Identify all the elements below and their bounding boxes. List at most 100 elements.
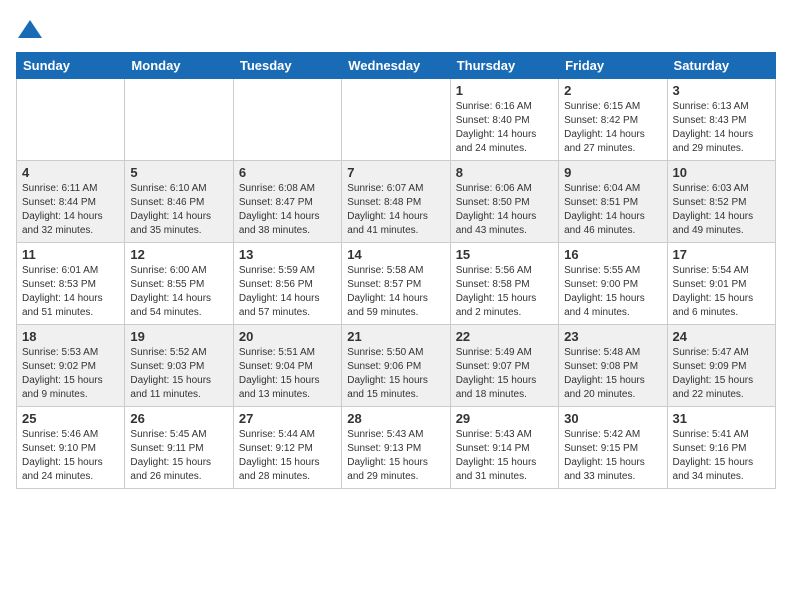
day-cell: 13 Sunrise: 5:59 AM Sunset: 8:56 PM Dayli… bbox=[233, 243, 341, 325]
header-sunday: Sunday bbox=[17, 53, 125, 79]
day-cell: 4Sunrise: 6:11 AM Sunset: 8:44 PM Daylig… bbox=[17, 161, 125, 243]
day-info: Sunrise: 5:59 AM Sunset: 8:56 PM Dayligh… bbox=[239, 264, 336, 320]
header-saturday: Saturday bbox=[667, 53, 775, 79]
day-cell: 9Sunrise: 6:04 AM Sunset: 8:51 PM Daylig… bbox=[559, 161, 667, 243]
day-number: 5 bbox=[130, 165, 227, 180]
day-cell: 6 Sunrise: 6:08 AM Sunset: 8:47 PM Daylig… bbox=[233, 161, 341, 243]
day-info: Sunrise: 6:07 AM Sunset: 8:48 PM Dayligh… bbox=[347, 182, 444, 238]
day-number: 6 bbox=[239, 165, 336, 180]
day-number: 26 bbox=[130, 411, 227, 426]
day-info: Sunrise: 6:13 AM Sunset: 8:43 PM Dayligh… bbox=[673, 100, 770, 156]
day-info: Sunrise: 6:10 AM Sunset: 8:46 PM Dayligh… bbox=[130, 182, 227, 238]
day-info: Sunrise: 5:43 AM Sunset: 9:14 PM Dayligh… bbox=[456, 428, 553, 484]
day-number: 21 bbox=[347, 329, 444, 344]
day-number: 13 bbox=[239, 247, 336, 262]
day-number: 23 bbox=[564, 329, 661, 344]
day-cell: 5 Sunrise: 6:10 AM Sunset: 8:46 PM Daylig… bbox=[125, 161, 233, 243]
logo-icon bbox=[16, 16, 44, 44]
day-info: Sunrise: 6:16 AM Sunset: 8:40 PM Dayligh… bbox=[456, 100, 553, 156]
week-row-4: 18Sunrise: 5:53 AM Sunset: 9:02 PM Dayli… bbox=[17, 325, 776, 407]
day-cell: 22 Sunrise: 5:49 AM Sunset: 9:07 PM Dayli… bbox=[450, 325, 558, 407]
day-cell: 10Sunrise: 6:03 AM Sunset: 8:52 PM Dayli… bbox=[667, 161, 775, 243]
day-number: 11 bbox=[22, 247, 119, 262]
day-cell: 19 Sunrise: 5:52 AM Sunset: 9:03 PM Dayli… bbox=[125, 325, 233, 407]
day-cell: 21Sunrise: 5:50 AM Sunset: 9:06 PM Dayli… bbox=[342, 325, 450, 407]
day-cell: 26 Sunrise: 5:45 AM Sunset: 9:11 PM Dayli… bbox=[125, 407, 233, 489]
day-number: 10 bbox=[673, 165, 770, 180]
day-number: 8 bbox=[456, 165, 553, 180]
day-cell: 20Sunrise: 5:51 AM Sunset: 9:04 PM Dayli… bbox=[233, 325, 341, 407]
day-info: Sunrise: 5:49 AM Sunset: 9:07 PM Dayligh… bbox=[456, 346, 553, 402]
page-header bbox=[16, 16, 776, 44]
day-info: Sunrise: 5:48 AM Sunset: 9:08 PM Dayligh… bbox=[564, 346, 661, 402]
day-cell: 17Sunrise: 5:54 AM Sunset: 9:01 PM Dayli… bbox=[667, 243, 775, 325]
day-number: 2 bbox=[564, 83, 661, 98]
day-number: 19 bbox=[130, 329, 227, 344]
day-info: Sunrise: 5:56 AM Sunset: 8:58 PM Dayligh… bbox=[456, 264, 553, 320]
day-cell bbox=[17, 79, 125, 161]
header-wednesday: Wednesday bbox=[342, 53, 450, 79]
day-info: Sunrise: 6:15 AM Sunset: 8:42 PM Dayligh… bbox=[564, 100, 661, 156]
day-cell: 3 Sunrise: 6:13 AM Sunset: 8:43 PM Daylig… bbox=[667, 79, 775, 161]
day-number: 30 bbox=[564, 411, 661, 426]
day-number: 7 bbox=[347, 165, 444, 180]
day-info: Sunrise: 5:45 AM Sunset: 9:11 PM Dayligh… bbox=[130, 428, 227, 484]
day-cell: 18Sunrise: 5:53 AM Sunset: 9:02 PM Dayli… bbox=[17, 325, 125, 407]
day-number: 1 bbox=[456, 83, 553, 98]
day-number: 24 bbox=[673, 329, 770, 344]
day-info: Sunrise: 5:42 AM Sunset: 9:15 PM Dayligh… bbox=[564, 428, 661, 484]
day-info: Sunrise: 5:43 AM Sunset: 9:13 PM Dayligh… bbox=[347, 428, 444, 484]
day-number: 3 bbox=[673, 83, 770, 98]
day-cell: 23 Sunrise: 5:48 AM Sunset: 9:08 PM Dayli… bbox=[559, 325, 667, 407]
day-number: 16 bbox=[564, 247, 661, 262]
day-info: Sunrise: 6:08 AM Sunset: 8:47 PM Dayligh… bbox=[239, 182, 336, 238]
day-info: Sunrise: 5:53 AM Sunset: 9:02 PM Dayligh… bbox=[22, 346, 119, 402]
day-info: Sunrise: 5:47 AM Sunset: 9:09 PM Dayligh… bbox=[673, 346, 770, 402]
day-cell: 2 Sunrise: 6:15 AM Sunset: 8:42 PM Daylig… bbox=[559, 79, 667, 161]
week-row-2: 4Sunrise: 6:11 AM Sunset: 8:44 PM Daylig… bbox=[17, 161, 776, 243]
day-cell: 11 Sunrise: 6:01 AM Sunset: 8:53 PM Dayli… bbox=[17, 243, 125, 325]
day-info: Sunrise: 5:52 AM Sunset: 9:03 PM Dayligh… bbox=[130, 346, 227, 402]
logo bbox=[16, 16, 48, 44]
week-row-5: 25Sunrise: 5:46 AM Sunset: 9:10 PM Dayli… bbox=[17, 407, 776, 489]
day-info: Sunrise: 6:06 AM Sunset: 8:50 PM Dayligh… bbox=[456, 182, 553, 238]
header-friday: Friday bbox=[559, 53, 667, 79]
week-row-3: 11 Sunrise: 6:01 AM Sunset: 8:53 PM Dayli… bbox=[17, 243, 776, 325]
day-number: 14 bbox=[347, 247, 444, 262]
day-cell bbox=[125, 79, 233, 161]
day-cell: 27Sunrise: 5:44 AM Sunset: 9:12 PM Dayli… bbox=[233, 407, 341, 489]
calendar-header-row: SundayMondayTuesdayWednesdayThursdayFrid… bbox=[17, 53, 776, 79]
day-number: 29 bbox=[456, 411, 553, 426]
day-info: Sunrise: 5:51 AM Sunset: 9:04 PM Dayligh… bbox=[239, 346, 336, 402]
day-cell bbox=[342, 79, 450, 161]
day-number: 4 bbox=[22, 165, 119, 180]
week-row-1: 1 Sunrise: 6:16 AM Sunset: 8:40 PM Daylig… bbox=[17, 79, 776, 161]
day-info: Sunrise: 6:00 AM Sunset: 8:55 PM Dayligh… bbox=[130, 264, 227, 320]
day-number: 22 bbox=[456, 329, 553, 344]
day-number: 27 bbox=[239, 411, 336, 426]
header-monday: Monday bbox=[125, 53, 233, 79]
day-cell bbox=[233, 79, 341, 161]
calendar: SundayMondayTuesdayWednesdayThursdayFrid… bbox=[16, 52, 776, 489]
day-number: 31 bbox=[673, 411, 770, 426]
day-info: Sunrise: 5:41 AM Sunset: 9:16 PM Dayligh… bbox=[673, 428, 770, 484]
day-cell: 12Sunrise: 6:00 AM Sunset: 8:55 PM Dayli… bbox=[125, 243, 233, 325]
day-cell: 25Sunrise: 5:46 AM Sunset: 9:10 PM Dayli… bbox=[17, 407, 125, 489]
day-info: Sunrise: 6:01 AM Sunset: 8:53 PM Dayligh… bbox=[22, 264, 119, 320]
day-info: Sunrise: 5:58 AM Sunset: 8:57 PM Dayligh… bbox=[347, 264, 444, 320]
day-info: Sunrise: 5:54 AM Sunset: 9:01 PM Dayligh… bbox=[673, 264, 770, 320]
header-thursday: Thursday bbox=[450, 53, 558, 79]
day-cell: 14 Sunrise: 5:58 AM Sunset: 8:57 PM Dayli… bbox=[342, 243, 450, 325]
day-number: 25 bbox=[22, 411, 119, 426]
day-cell: 7 Sunrise: 6:07 AM Sunset: 8:48 PM Daylig… bbox=[342, 161, 450, 243]
day-cell: 30 Sunrise: 5:42 AM Sunset: 9:15 PM Dayli… bbox=[559, 407, 667, 489]
day-number: 28 bbox=[347, 411, 444, 426]
day-cell: 31 Sunrise: 5:41 AM Sunset: 9:16 PM Dayli… bbox=[667, 407, 775, 489]
day-info: Sunrise: 6:04 AM Sunset: 8:51 PM Dayligh… bbox=[564, 182, 661, 238]
day-cell: 24 Sunrise: 5:47 AM Sunset: 9:09 PM Dayli… bbox=[667, 325, 775, 407]
day-cell: 8 Sunrise: 6:06 AM Sunset: 8:50 PM Daylig… bbox=[450, 161, 558, 243]
day-cell: 28 Sunrise: 5:43 AM Sunset: 9:13 PM Dayli… bbox=[342, 407, 450, 489]
day-cell: 1 Sunrise: 6:16 AM Sunset: 8:40 PM Daylig… bbox=[450, 79, 558, 161]
day-cell: 15Sunrise: 5:56 AM Sunset: 8:58 PM Dayli… bbox=[450, 243, 558, 325]
header-tuesday: Tuesday bbox=[233, 53, 341, 79]
